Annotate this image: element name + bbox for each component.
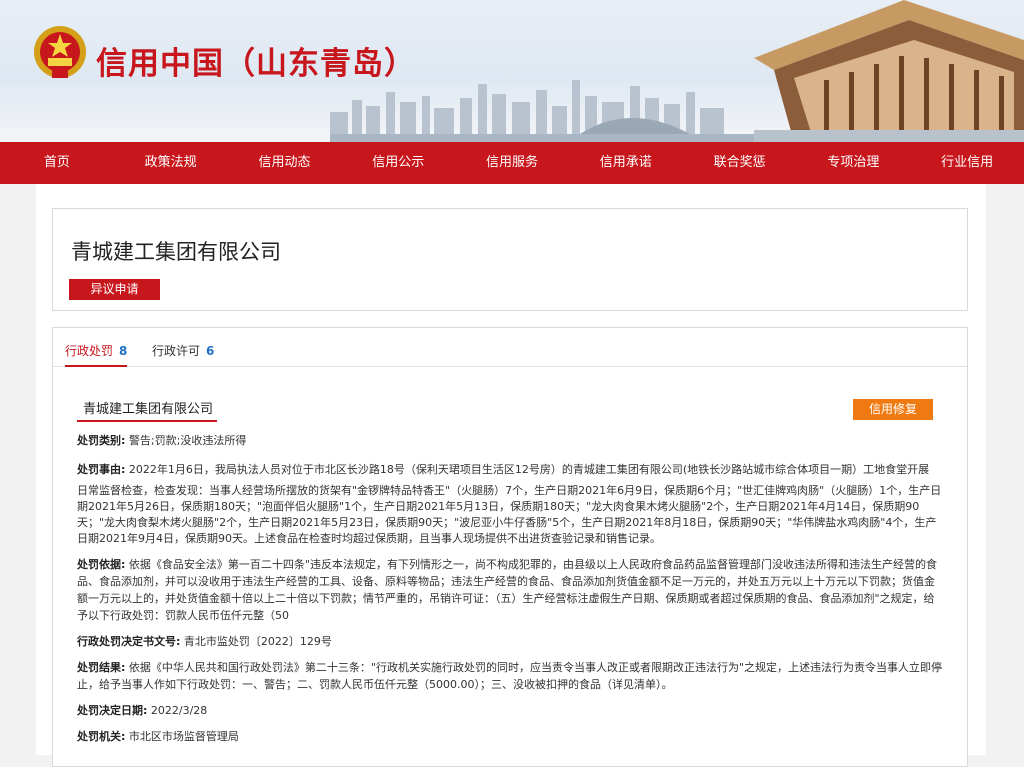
field-penalty-cause: 处罚事由: 2022年1月6日，我局执法人员对位于市北区长沙路18号（保利天珺项…	[77, 458, 945, 547]
records-card: 行政处罚 8 行政许可 6 青城建工集团有限公司 信用修复 处罚类别: 警告;罚款;…	[52, 327, 968, 767]
field-label: 处罚依据:	[77, 558, 126, 571]
nav-item-publicity[interactable]: 信用公示	[341, 142, 455, 184]
tab-count-badge: 8	[119, 344, 128, 358]
field-value: 市北区市场监督管理局	[128, 730, 239, 743]
field-penalty-basis: 处罚依据: 依据《食品安全法》第一百二十四条"违反本法规定，有下列情形之一，尚不…	[77, 556, 945, 624]
nav-item-news[interactable]: 信用动态	[228, 142, 342, 184]
tab-count-badge: 6	[206, 344, 215, 358]
field-decision-document-number: 行政处罚决定书文号: 青北市监处罚〔2022〕129号	[77, 633, 945, 650]
field-value: 依据《中华人民共和国行政处罚法》第二十三条："行政机关实施行政处罚的同时，应当责…	[77, 661, 943, 691]
field-value: 依据《食品安全法》第一百二十四条"违反本法规定，有下列情形之一，尚不构成犯罪的，…	[77, 558, 937, 622]
field-label: 处罚事由:	[77, 463, 126, 476]
nav-item-commitment[interactable]: 信用承诺	[569, 142, 683, 184]
field-value: 警告;罚款;没收违法所得	[128, 434, 247, 447]
nav-item-policies[interactable]: 政策法规	[114, 142, 228, 184]
record-header: 青城建工集团有限公司 信用修复	[77, 398, 944, 422]
nav-item-rewards-penalties[interactable]: 联合奖惩	[683, 142, 797, 184]
main-content: 青城建工集团有限公司 异议申请 行政处罚 8 行政许可 6 青城建工集团有限公司 信…	[36, 184, 986, 767]
nav-item-home[interactable]: 首页	[0, 142, 114, 184]
record-company-name: 青城建工集团有限公司	[83, 402, 214, 417]
nav-item-special-governance[interactable]: 专项治理	[796, 142, 910, 184]
field-label: 处罚决定日期:	[77, 704, 148, 717]
nav-item-services[interactable]: 信用服务	[455, 142, 569, 184]
penalty-detail-fields: 处罚类别: 警告;罚款;没收违法所得 处罚事由: 2022年1月6日，我局执法人…	[77, 432, 945, 754]
field-penalty-category: 处罚类别: 警告;罚款;没收违法所得	[77, 432, 945, 449]
nav-item-industry-credit[interactable]: 行业信用	[910, 142, 1024, 184]
convention-center-illustration	[754, 0, 1024, 142]
tab-label: 行政许可	[152, 344, 201, 358]
site-banner: 信用中国（山东青岛）	[0, 0, 1024, 142]
company-header-card: 青城建工集团有限公司 异议申请	[52, 208, 968, 311]
tab-administrative-license[interactable]: 行政许可 6	[152, 328, 214, 367]
tab-label: 行政处罚	[65, 344, 114, 358]
field-penalty-result: 处罚结果: 依据《中华人民共和国行政处罚法》第二十三条："行政机关实施行政处罚的…	[77, 659, 945, 693]
field-penalty-authority: 处罚机关: 市北区市场监督管理局	[77, 728, 945, 745]
record-title-underline	[77, 420, 217, 422]
field-label: 处罚类别:	[77, 434, 126, 447]
credit-repair-button[interactable]: 信用修复	[853, 399, 933, 420]
field-value: 2022/3/28	[150, 704, 208, 717]
field-value-continued: 日常监督检查，检查发现：当事人经营场所摆放的货架有"金锣牌特品特香王"（火腿肠）…	[77, 484, 942, 545]
tab-administrative-penalty[interactable]: 行政处罚 8	[65, 328, 128, 367]
field-value: 青北市监处罚〔2022〕129号	[183, 635, 332, 648]
field-label: 处罚结果:	[77, 661, 126, 674]
field-decision-date: 处罚决定日期: 2022/3/28	[77, 702, 945, 719]
field-value: 2022年1月6日，我局执法人员对位于市北区长沙路18号（保利天珺项目生活区12…	[128, 463, 930, 476]
field-label: 行政处罚决定书文号:	[77, 635, 181, 648]
record-tabs: 行政处罚 8 行政许可 6	[53, 328, 967, 367]
company-name: 青城建工集团有限公司	[71, 240, 281, 264]
national-emblem-icon	[34, 26, 86, 78]
site-title: 信用中国（山东青岛）	[96, 46, 416, 82]
objection-button[interactable]: 异议申请	[69, 279, 160, 300]
main-navigation: 首页 政策法规 信用动态 信用公示 信用服务 信用承诺 联合奖惩 专项治理 行业…	[0, 142, 1024, 184]
field-label: 处罚机关:	[77, 730, 126, 743]
